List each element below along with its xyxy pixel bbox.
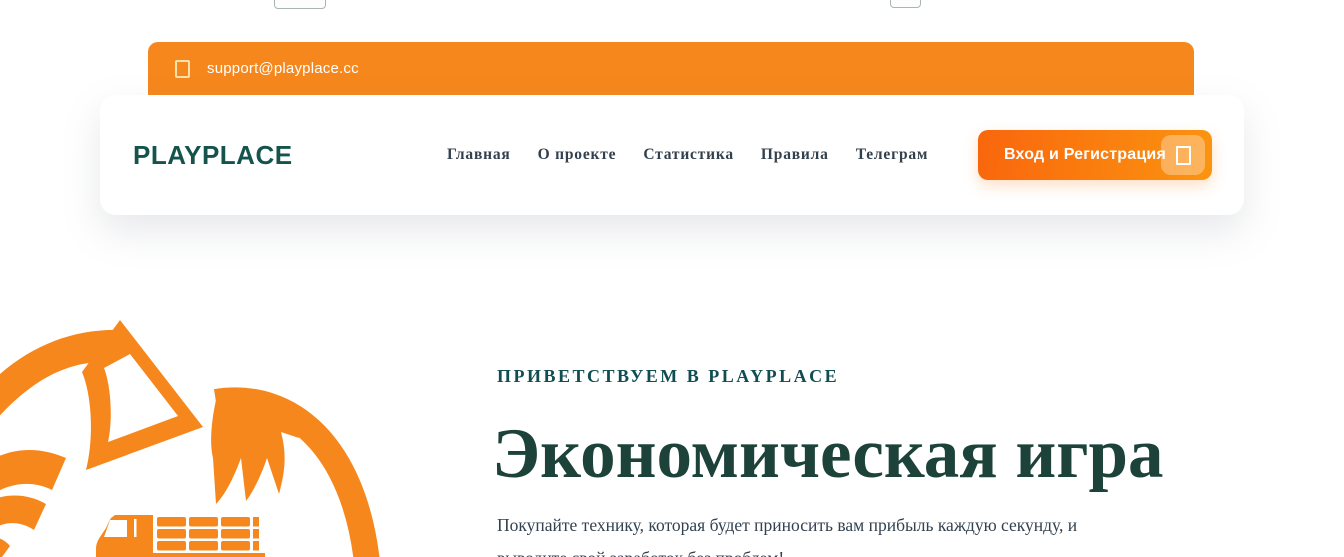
page: support@playplace.cc PLAYPLACE Главная О… bbox=[0, 0, 1344, 557]
mail-icon bbox=[175, 59, 190, 78]
login-icon bbox=[1161, 135, 1205, 175]
cutoff-control-left[interactable] bbox=[274, 0, 326, 9]
hero-title: Экономическая игра bbox=[492, 415, 1164, 493]
hero-paragraph-line2: выводите свой заработок без проблем! bbox=[497, 542, 1077, 557]
cutoff-control-right[interactable] bbox=[890, 0, 921, 8]
support-email-link[interactable]: support@playplace.cc bbox=[207, 60, 359, 77]
hero-paragraph-line1: Покупайте технику, которая будет приноси… bbox=[497, 515, 1078, 535]
hero-paragraph: Покупайте технику, которая будет приноси… bbox=[497, 509, 1077, 557]
nav-item-home[interactable]: Главная bbox=[447, 146, 511, 164]
nav-item-rules[interactable]: Правила bbox=[761, 146, 829, 164]
main-menu: Главная О проекте Статистика Правила Тел… bbox=[447, 95, 928, 215]
nav-item-statistics[interactable]: Статистика bbox=[643, 146, 734, 164]
nav-item-telegram[interactable]: Телеграм bbox=[856, 146, 929, 164]
navbar: PLAYPLACE Главная О проекте Статистика П… bbox=[100, 95, 1244, 215]
nav-item-about[interactable]: О проекте bbox=[538, 146, 617, 164]
logo-illustration-arrows-truck bbox=[0, 320, 380, 557]
site-logo[interactable]: PLAYPLACE bbox=[133, 95, 293, 215]
login-register-label: Вход и Регистрация bbox=[1004, 146, 1166, 163]
hero-kicker: ПРИВЕТСТВУЕМ В PLAYPLACE bbox=[497, 366, 840, 386]
login-register-button[interactable]: Вход и Регистрация bbox=[978, 130, 1212, 180]
